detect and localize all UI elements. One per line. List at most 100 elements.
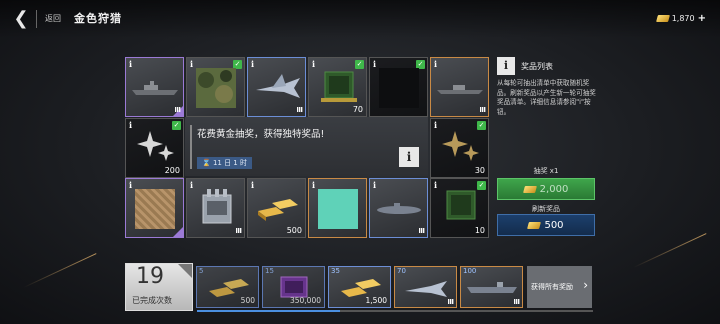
back-arrow-icon[interactable]: ❮ <box>10 9 32 29</box>
milestone-purple-box[interactable]: 15 350,000 <box>262 266 325 308</box>
info-icon[interactable]: i <box>129 120 132 130</box>
prize-tile-supply-crate[interactable]: i ✓ 70 <box>308 57 367 117</box>
gold-bars-icon <box>258 199 298 221</box>
info-button[interactable]: i <box>399 147 419 167</box>
tier-badge: Ⅲ <box>174 106 181 114</box>
jet-fighter-icon <box>256 74 300 98</box>
refresh-button[interactable]: 500 <box>497 214 595 236</box>
info-icon[interactable]: i <box>497 57 515 75</box>
lottery-headline: 花费黄金抽奖，获得独特奖品! <box>197 129 325 140</box>
get-all-label: 获得所有奖励 <box>531 283 573 291</box>
milestone-carrier[interactable]: 100 Ⅲ <box>460 266 523 308</box>
milestone-level: 70 <box>397 267 406 275</box>
camo-paint-icon <box>196 68 236 108</box>
lottery-message-panel: 花费黄金抽奖，获得独特奖品! ⌛ 11 日 1 时 i <box>185 117 428 176</box>
prize-tile-dark-paint[interactable]: i ✓ <box>369 57 428 117</box>
gold-bar-icon <box>527 221 542 229</box>
quantity-label: 30 <box>474 166 485 175</box>
gold-bar-icon <box>655 15 670 22</box>
info-icon[interactable]: i <box>190 59 193 69</box>
green-crate-icon <box>446 190 476 220</box>
info-icon[interactable]: i <box>312 180 315 190</box>
info-icon[interactable]: i <box>373 59 376 69</box>
counter-corner <box>178 264 192 278</box>
completed-label: 已完成次数 <box>132 296 172 305</box>
milestone-qty: 350,000 <box>289 296 321 305</box>
page-title: 金色狩猎 <box>74 12 122 25</box>
prize-tile-sparkle-silver[interactable]: i ✓ 200 <box>125 118 184 178</box>
back-button[interactable]: 返回 <box>45 13 61 24</box>
milestone-jet[interactable]: 70 Ⅲ <box>394 266 457 308</box>
get-all-rewards-button[interactable]: 获得所有奖励 › <box>527 266 592 308</box>
teal-paint-icon <box>318 189 358 229</box>
milestone-qty: 1,500 <box>365 296 387 305</box>
silver-sparkle-icon <box>137 131 174 161</box>
countdown-timer: ⌛ 11 日 1 时 <box>197 157 252 169</box>
decorative-streak <box>633 233 707 268</box>
turret-icon <box>202 189 232 224</box>
quantity-label: 200 <box>164 166 180 175</box>
carrier-icon <box>467 282 517 293</box>
refresh-price: 500 <box>544 219 564 231</box>
destroyer-icon <box>437 85 483 94</box>
jet-fighter-icon <box>405 281 447 297</box>
info-icon[interactable]: i <box>434 120 437 130</box>
sand-paint-icon <box>135 189 175 229</box>
milestone-track: 19 已完成次数 5 500 15 350,000 35 1,500 70 Ⅲ … <box>125 263 593 313</box>
add-gold-button[interactable]: + <box>698 13 706 24</box>
timer-value: 11 日 1 时 <box>212 159 247 167</box>
info-icon[interactable]: i <box>312 59 315 69</box>
milestone-level: 5 <box>199 267 204 275</box>
divider <box>36 10 37 28</box>
gold-amount: 1,870 <box>671 14 695 23</box>
milestone-level: 100 <box>463 267 477 275</box>
prize-tile-green-crate[interactable]: i ✓ 10 <box>430 178 489 238</box>
refresh-label: 刷新奖品 <box>532 205 560 213</box>
dark-paint-icon <box>379 68 419 108</box>
tier-badge: Ⅲ <box>479 106 486 114</box>
rarity-corner <box>173 227 183 237</box>
info-icon[interactable]: i <box>129 59 132 69</box>
prize-tile-submarine[interactable]: i Ⅲ <box>369 178 428 238</box>
prize-tile-camo-paint[interactable]: i ✓ <box>186 57 245 117</box>
completed-counter: 19 已完成次数 <box>125 263 193 311</box>
draw-button[interactable]: 2,000 <box>497 178 595 200</box>
draw-price: 2,000 <box>539 183 569 195</box>
decorative-streak <box>23 253 97 288</box>
gold-balance: 1,870 + <box>655 13 706 24</box>
prize-tile-teal-paint[interactable]: i <box>308 178 367 238</box>
info-icon[interactable]: i <box>434 180 437 190</box>
milestone-level: 15 <box>265 267 274 275</box>
accent-bar <box>190 125 192 169</box>
prize-tile-battleship[interactable]: i Ⅲ <box>125 57 184 117</box>
quantity-label: 500 <box>286 226 302 235</box>
prize-tile-sand-paint[interactable]: i <box>125 178 184 238</box>
tier-badge: Ⅲ <box>235 227 242 235</box>
milestone-gold-500[interactable]: 5 500 <box>196 266 259 308</box>
info-icon[interactable]: i <box>251 180 254 190</box>
milestone-level: 35 <box>331 267 340 275</box>
info-icon[interactable]: i <box>251 59 254 69</box>
info-icon[interactable]: i <box>373 180 376 190</box>
prize-tile-sparkle-gold[interactable]: i ✓ 30 <box>430 118 489 178</box>
gold-sparkle-icon <box>442 131 479 161</box>
prize-tile-jet-fighter[interactable]: i Ⅲ <box>247 57 306 117</box>
chevron-right-icon: › <box>583 278 588 292</box>
top-bar: ❮ 返回 金色狩猎 1,870 + <box>0 0 720 38</box>
draw-label: 抽奖 x1 <box>533 167 559 175</box>
prize-tile-turret[interactable]: i Ⅲ <box>186 178 245 238</box>
prize-tile-destroyer[interactable]: i Ⅲ <box>430 57 489 117</box>
milestone-gold-1500[interactable]: 35 1,500 <box>328 266 391 308</box>
prize-tile-gold-bars[interactable]: i 500 <box>247 178 306 238</box>
info-icon[interactable]: i <box>129 180 132 190</box>
prize-list-description: 从每轮可抽出清单中获取随机奖品。刷新奖品以产生新一轮可抽奖奖品清单。详细信息请参… <box>497 79 596 116</box>
battleship-icon <box>132 81 178 95</box>
info-icon[interactable]: i <box>190 180 193 190</box>
tier-badge: Ⅲ <box>513 298 520 306</box>
submarine-icon <box>377 203 421 214</box>
completed-count: 19 <box>136 264 164 289</box>
prize-list-title: 奖品列表 <box>521 62 553 71</box>
info-icon[interactable]: i <box>434 59 437 69</box>
milestone-qty: 500 <box>240 296 255 305</box>
quantity-label: 10 <box>474 226 485 235</box>
